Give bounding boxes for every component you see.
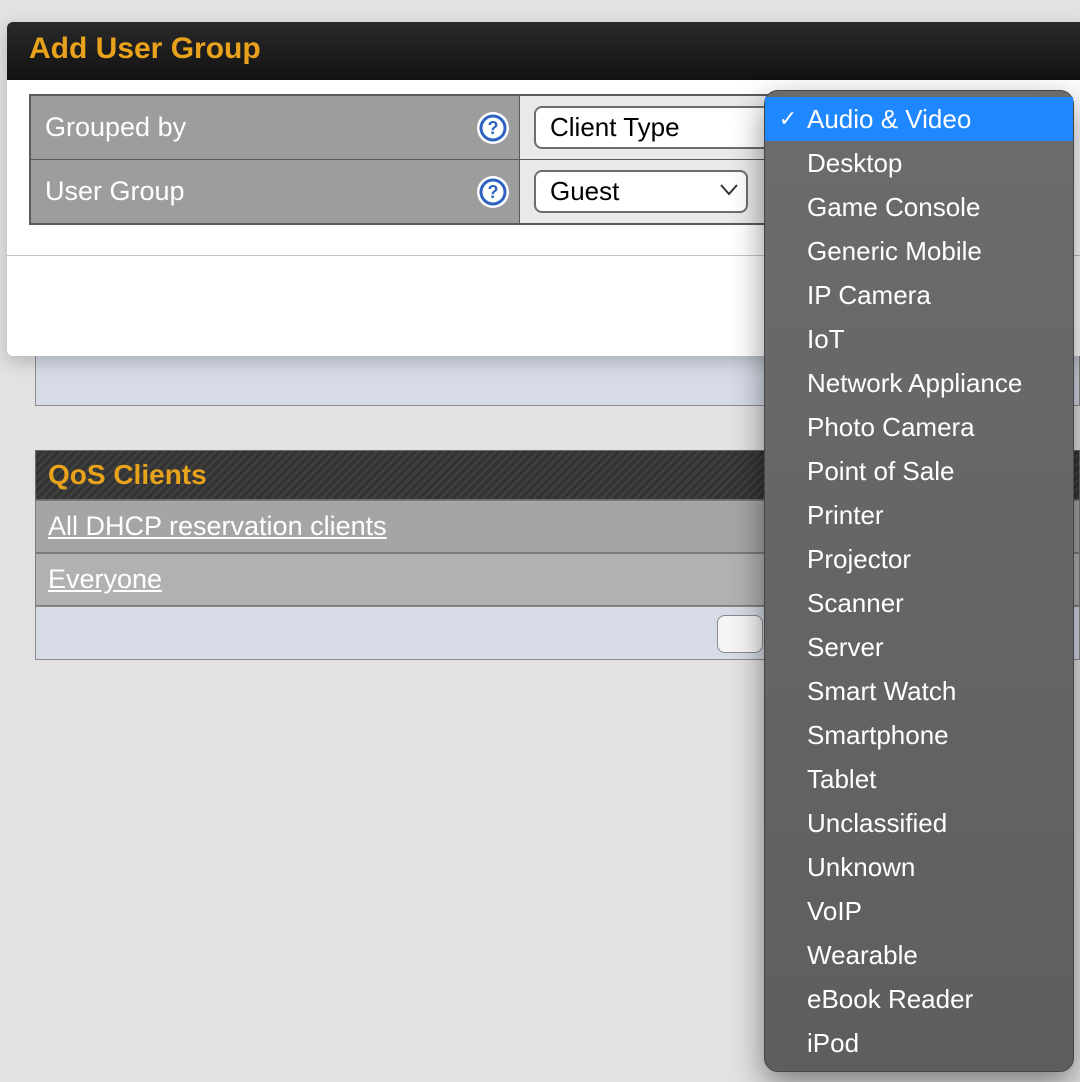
grouped-by-label-cell: Grouped by ? — [30, 95, 520, 160]
dropdown-item-label: Photo Camera — [807, 411, 975, 443]
panel-header: Add User Group — [7, 22, 1080, 80]
dropdown-item-label: Smartphone — [807, 719, 949, 751]
help-icon[interactable]: ? — [477, 112, 509, 144]
dropdown-item[interactable]: iPod — [765, 1021, 1073, 1065]
dropdown-item-label: iPod — [807, 1027, 859, 1059]
dropdown-item[interactable]: VoIP — [765, 889, 1073, 933]
panel-title: Add User Group — [29, 32, 261, 65]
dropdown-item-label: Tablet — [807, 763, 876, 795]
qos-client-link[interactable]: All DHCP reservation clients — [48, 511, 387, 541]
dropdown-item-label: IoT — [807, 323, 845, 355]
button-stub[interactable] — [717, 615, 763, 653]
dropdown-item-label: Projector — [807, 543, 911, 575]
dropdown-item-label: Point of Sale — [807, 455, 954, 487]
user-group-label-cell: User Group ? — [30, 160, 520, 225]
svg-text:?: ? — [488, 182, 499, 202]
dropdown-item-label: VoIP — [807, 895, 862, 927]
svg-text:?: ? — [488, 118, 499, 138]
dropdown-item[interactable]: IP Camera — [765, 273, 1073, 317]
dropdown-item[interactable]: Tablet — [765, 757, 1073, 801]
dropdown-item-label: Audio & Video — [807, 103, 971, 135]
client-type-dropdown[interactable]: ✓Audio & Video Desktop Game Console Generic… — [764, 90, 1074, 1072]
dropdown-item-label: Game Console — [807, 191, 980, 223]
dropdown-item[interactable]: Projector — [765, 537, 1073, 581]
dropdown-item-label: Printer — [807, 499, 884, 531]
grouped-by-label: Grouped by — [45, 112, 186, 142]
dropdown-item[interactable]: Unclassified — [765, 801, 1073, 845]
qos-client-link[interactable]: Everyone — [48, 564, 162, 594]
dropdown-item[interactable]: eBook Reader — [765, 977, 1073, 1021]
dropdown-item[interactable]: Smartphone — [765, 713, 1073, 757]
dropdown-item[interactable]: Unknown — [765, 845, 1073, 889]
dropdown-item-label: Scanner — [807, 587, 904, 619]
user-group-label: User Group — [45, 176, 185, 206]
dropdown-item[interactable]: Printer — [765, 493, 1073, 537]
checkmark-icon: ✓ — [777, 103, 799, 135]
dropdown-item[interactable]: Game Console — [765, 185, 1073, 229]
dropdown-item[interactable]: Point of Sale — [765, 449, 1073, 493]
dropdown-item-label: IP Camera — [807, 279, 931, 311]
dropdown-item[interactable]: Desktop — [765, 141, 1073, 185]
dropdown-item[interactable]: Network Appliance — [765, 361, 1073, 405]
dropdown-item[interactable]: IoT — [765, 317, 1073, 361]
user-group-select[interactable]: Guest — [534, 170, 748, 213]
dropdown-item-label: Wearable — [807, 939, 918, 971]
dropdown-item[interactable]: Scanner — [765, 581, 1073, 625]
dropdown-item-label: Generic Mobile — [807, 235, 982, 267]
dropdown-item-label: Smart Watch — [807, 675, 956, 707]
dropdown-item[interactable]: Photo Camera — [765, 405, 1073, 449]
dropdown-item[interactable]: ✓Audio & Video — [765, 97, 1073, 141]
dropdown-item-label: Unknown — [807, 851, 915, 883]
dropdown-item-label: eBook Reader — [807, 983, 973, 1015]
user-group-value: Guest — [550, 176, 619, 207]
dropdown-item-label: Server — [807, 631, 884, 663]
dropdown-item[interactable]: Server — [765, 625, 1073, 669]
dropdown-item[interactable]: Wearable — [765, 933, 1073, 977]
dropdown-item-label: Desktop — [807, 147, 902, 179]
grouped-by-value: Client Type — [550, 112, 680, 143]
dropdown-item-label: Unclassified — [807, 807, 947, 839]
dropdown-item-label: Network Appliance — [807, 367, 1022, 399]
help-icon[interactable]: ? — [477, 176, 509, 208]
qos-clients-title: QoS Clients — [48, 459, 207, 490]
dropdown-item[interactable]: Smart Watch — [765, 669, 1073, 713]
dropdown-item[interactable]: Generic Mobile — [765, 229, 1073, 273]
